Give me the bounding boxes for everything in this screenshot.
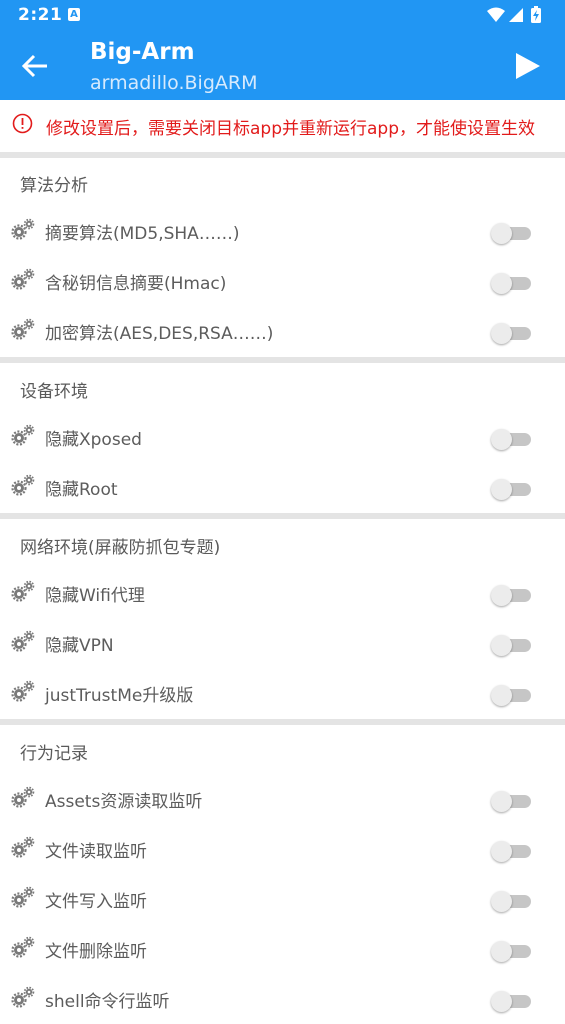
setting-row-hmac[interactable]: 含秘钥信息摘要(Hmac) (0, 256, 565, 306)
setting-row-hide-vpn[interactable]: 隐藏VPN (0, 618, 565, 668)
battery-icon (531, 6, 541, 23)
gears-icon (11, 268, 35, 290)
toggle-switch[interactable] (491, 634, 531, 656)
gears-icon (11, 936, 35, 958)
section-title-device-environment: 设备环境 (20, 382, 88, 402)
toggle-switch[interactable] (491, 940, 531, 962)
setting-label: 文件删除监听 (45, 942, 147, 962)
setting-label: 隐藏VPN (45, 636, 114, 656)
status-time: 2:21 (18, 5, 63, 25)
setting-row-file-read-monitor[interactable]: 文件读取监听 (0, 824, 565, 874)
gears-icon (11, 886, 35, 908)
section-divider (0, 152, 565, 158)
section-divider (0, 719, 565, 725)
toggle-switch[interactable] (491, 222, 531, 244)
setting-row-file-delete-monitor[interactable]: 文件删除监听 (0, 924, 565, 974)
setting-row-shell-command-monitor[interactable]: shell命令行监听 (0, 974, 565, 1024)
gears-icon (11, 786, 35, 808)
toggle-switch[interactable] (491, 990, 531, 1012)
back-arrow-icon[interactable] (20, 52, 50, 80)
toggle-switch[interactable] (491, 790, 531, 812)
signal-icon (509, 8, 523, 22)
toggle-switch[interactable] (491, 584, 531, 606)
app-package-name: armadillo.BigARM (90, 72, 258, 94)
warning-banner: 修改设置后，需要关闭目标app并重新运行app，才能使设置生效 (0, 100, 565, 152)
toggle-switch[interactable] (491, 890, 531, 912)
setting-label: 摘要算法(MD5,SHA……) (45, 224, 240, 244)
section-divider (0, 513, 565, 519)
setting-row-encryption-algorithm[interactable]: 加密算法(AES,DES,RSA……) (0, 306, 565, 356)
setting-row-hide-xposed[interactable]: 隐藏Xposed (0, 412, 565, 462)
setting-row-file-write-monitor[interactable]: 文件写入监听 (0, 874, 565, 924)
gears-icon (11, 424, 35, 446)
section-divider (0, 357, 565, 363)
play-icon[interactable] (513, 50, 543, 82)
warning-text: 修改设置后，需要关闭目标app并重新运行app，才能使设置生效 (46, 119, 535, 139)
setting-row-just-trust-me[interactable]: justTrustMe升级版 (0, 668, 565, 718)
section-title-algorithm-analysis: 算法分析 (20, 176, 88, 196)
setting-label: Assets资源读取监听 (45, 792, 203, 812)
setting-label: 含秘钥信息摘要(Hmac) (45, 274, 227, 294)
notification-a-icon: A (68, 8, 80, 21)
section-title-behavior-log: 行为记录 (20, 744, 88, 764)
gears-icon (11, 218, 35, 240)
toggle-switch[interactable] (491, 428, 531, 450)
gears-icon (11, 318, 35, 340)
setting-row-assets-read-monitor[interactable]: Assets资源读取监听 (0, 774, 565, 824)
setting-label: 文件写入监听 (45, 892, 147, 912)
setting-row-digest-algorithm[interactable]: 摘要算法(MD5,SHA……) (0, 206, 565, 256)
gears-icon (11, 630, 35, 652)
gears-icon (11, 680, 35, 702)
setting-label: justTrustMe升级版 (45, 686, 194, 706)
setting-label: 隐藏Wifi代理 (45, 586, 145, 606)
status-bar: 2:21 A (0, 0, 565, 32)
setting-label: 文件读取监听 (45, 842, 147, 862)
alert-circle-icon (12, 113, 33, 134)
wifi-icon (487, 7, 505, 22)
section-title-network-environment: 网络环境(屏蔽防抓包专题) (20, 538, 221, 558)
app-title: Big-Arm (90, 39, 195, 65)
setting-label: 隐藏Root (45, 480, 118, 500)
toggle-switch[interactable] (491, 684, 531, 706)
gears-icon (11, 580, 35, 602)
setting-row-hide-wifi-proxy[interactable]: 隐藏Wifi代理 (0, 568, 565, 618)
toggle-switch[interactable] (491, 478, 531, 500)
toggle-switch[interactable] (491, 322, 531, 344)
setting-label: 隐藏Xposed (45, 430, 142, 450)
setting-label: shell命令行监听 (45, 992, 170, 1012)
toggle-switch[interactable] (491, 840, 531, 862)
app-bar: Big-Arm armadillo.BigARM (0, 32, 565, 100)
system-status-icons (487, 6, 541, 23)
gears-icon (11, 836, 35, 858)
gears-icon (11, 986, 35, 1008)
gears-icon (11, 474, 35, 496)
setting-row-hide-root[interactable]: 隐藏Root (0, 462, 565, 512)
toggle-switch[interactable] (491, 272, 531, 294)
setting-label: 加密算法(AES,DES,RSA……) (45, 324, 274, 344)
